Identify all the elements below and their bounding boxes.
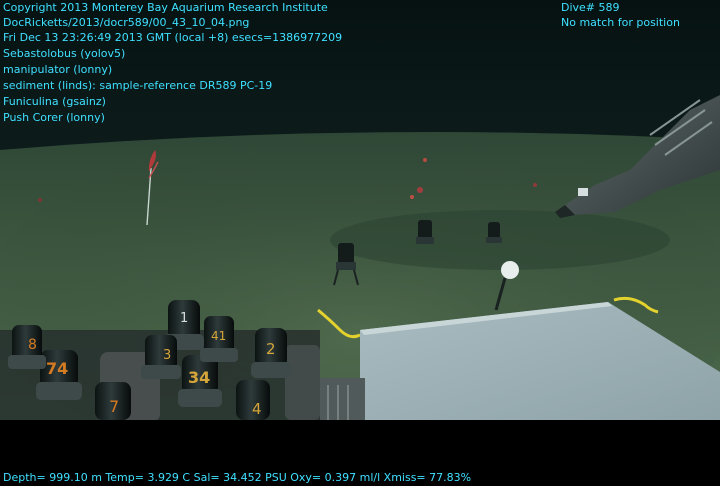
telemetry-readout: Depth= 999.10 m Temp= 3.929 C Sal= 34.45… (3, 471, 472, 484)
image-path-line: DocRicketts/2013/docr589/00_43_10_04.png (3, 16, 250, 29)
annotation-line: sediment (linds): sample-reference DR589… (3, 79, 273, 92)
seafloor-video-frame: 74 1 2 34 4 7 8 41 3 Copyright 2013 Mont… (0, 0, 720, 486)
tube-label: 4 (252, 400, 262, 418)
position-status: No match for position (561, 16, 680, 29)
tube-label: 74 (46, 359, 68, 378)
tube-label: 8 (28, 337, 37, 353)
tube-label: 3 (163, 348, 171, 363)
annotation-line: Funiculina (gsainz) (3, 95, 106, 108)
timestamp-line: Fri Dec 13 23:26:49 2013 GMT (local +8) … (3, 31, 343, 44)
annotation-line: Sebastolobus (yolov5) (3, 47, 126, 60)
tube-label: 41 (211, 329, 226, 343)
copyright-line: Copyright 2013 Monterey Bay Aquarium Res… (3, 1, 328, 14)
annotation-line: manipulator (lonny) (3, 63, 113, 76)
dive-number: Dive# 589 (561, 1, 620, 14)
tube-label: 34 (188, 368, 210, 387)
tube-label: 1 (180, 311, 188, 326)
tube-label: 7 (109, 397, 119, 416)
annotation-line: Push Corer (lonny) (3, 111, 105, 124)
tube-label: 2 (266, 340, 276, 358)
